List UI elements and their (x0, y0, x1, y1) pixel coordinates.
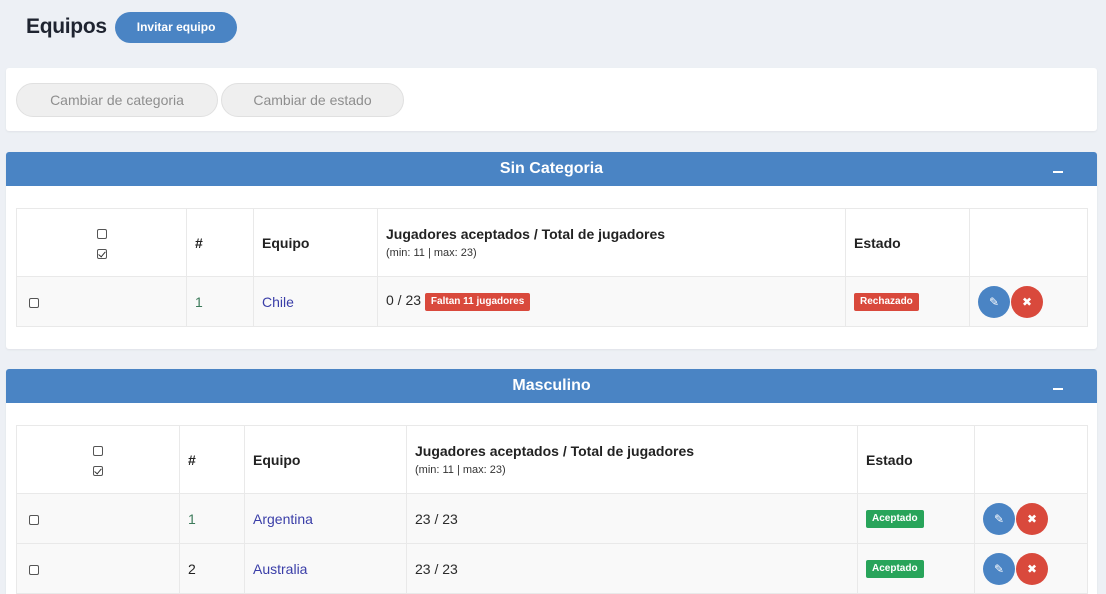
select-none-checkbox[interactable] (96, 228, 107, 239)
table-row: 1 Argentina 23 / 23 Aceptado ✎ ✖ (16, 493, 1088, 544)
change-state-button[interactable]: Cambiar de estado (221, 83, 404, 117)
section-title: Masculino (512, 377, 591, 394)
change-category-button[interactable]: Cambiar de categoria (16, 83, 218, 117)
close-icon: ✖ (1021, 294, 1033, 309)
section-sin-categoria: Sin Categoria # Equipo Jugadores aceptad… (6, 152, 1097, 349)
players-column-header: Jugadores aceptados / Total de jugadores… (377, 208, 846, 277)
section-header[interactable]: Sin Categoria (6, 152, 1097, 186)
delete-button[interactable]: ✖ (1016, 502, 1048, 535)
state-column-header: Estado (857, 425, 975, 494)
number-column-header: # (179, 425, 245, 494)
edit-button[interactable]: ✎ (983, 502, 1015, 535)
bulk-actions-toolbar: Cambiar de categoria Cambiar de estado (6, 68, 1097, 131)
select-column-header (16, 208, 187, 277)
team-column-header: Equipo (244, 425, 407, 494)
close-icon: ✖ (1026, 511, 1038, 526)
delete-button[interactable]: ✖ (1016, 552, 1048, 585)
edit-icon: ✎ (993, 511, 1005, 526)
teams-table: # Equipo Jugadores aceptados / Total de … (16, 425, 1088, 594)
number-column-header: # (186, 208, 254, 277)
minus-icon[interactable] (1053, 171, 1063, 173)
teams-table: # Equipo Jugadores aceptados / Total de … (16, 208, 1088, 327)
row-number: 1 (186, 276, 254, 327)
state-column-header: Estado (845, 208, 970, 277)
players-column-header: Jugadores aceptados / Total de jugadores… (406, 425, 858, 494)
select-all-checkbox[interactable] (93, 465, 103, 476)
players-count: 0 / 23 (386, 292, 422, 309)
team-link[interactable]: Argentina (253, 511, 313, 527)
invite-team-button[interactable]: Invitar equipo (114, 11, 238, 43)
row-number: 1 (179, 493, 245, 544)
table-header-row: # Equipo Jugadores aceptados / Total de … (16, 425, 1088, 494)
players-count: 23 / 23 (406, 493, 858, 544)
missing-players-badge: Faltan 11 jugadores (424, 292, 531, 311)
edit-button[interactable]: ✎ (983, 552, 1015, 585)
page-title: Equipos (26, 15, 107, 38)
status-badge: Rechazado (854, 292, 919, 311)
row-checkbox[interactable] (29, 514, 39, 525)
table-row: 1 Chile 0 / 23 Faltan 11 jugadores Recha… (16, 276, 1088, 327)
edit-icon: ✎ (993, 561, 1005, 576)
row-checkbox[interactable] (29, 297, 39, 308)
players-count: 23 / 23 (406, 543, 858, 594)
row-checkbox[interactable] (29, 564, 39, 575)
status-badge: Aceptado (866, 509, 924, 528)
delete-button[interactable]: ✖ (1011, 285, 1043, 318)
edit-icon: ✎ (988, 294, 1000, 309)
actions-column-header (974, 425, 1088, 494)
table-header-row: # Equipo Jugadores aceptados / Total de … (16, 208, 1088, 277)
team-column-header: Equipo (253, 208, 378, 277)
edit-button[interactable]: ✎ (978, 285, 1010, 318)
select-none-checkbox[interactable] (93, 445, 103, 456)
status-badge: Aceptado (866, 559, 924, 578)
row-number: 2 (179, 543, 245, 594)
select-all-checkbox[interactable] (96, 248, 107, 259)
players-cell: 0 / 23 Faltan 11 jugadores (377, 276, 846, 327)
section-masculino: Masculino # Equipo Jugadores aceptados /… (6, 369, 1097, 594)
actions-column-header (969, 208, 1088, 277)
team-link[interactable]: Australia (253, 561, 307, 577)
section-title: Sin Categoria (499, 160, 604, 177)
close-icon: ✖ (1026, 561, 1038, 576)
team-link[interactable]: Chile (262, 294, 294, 310)
page-header: Equipos Invitar equipo (26, 11, 238, 43)
section-header[interactable]: Masculino (6, 369, 1097, 403)
minus-icon[interactable] (1053, 388, 1063, 390)
select-column-header (16, 425, 180, 494)
table-row: 2 Australia 23 / 23 Aceptado ✎ ✖ (16, 543, 1088, 594)
